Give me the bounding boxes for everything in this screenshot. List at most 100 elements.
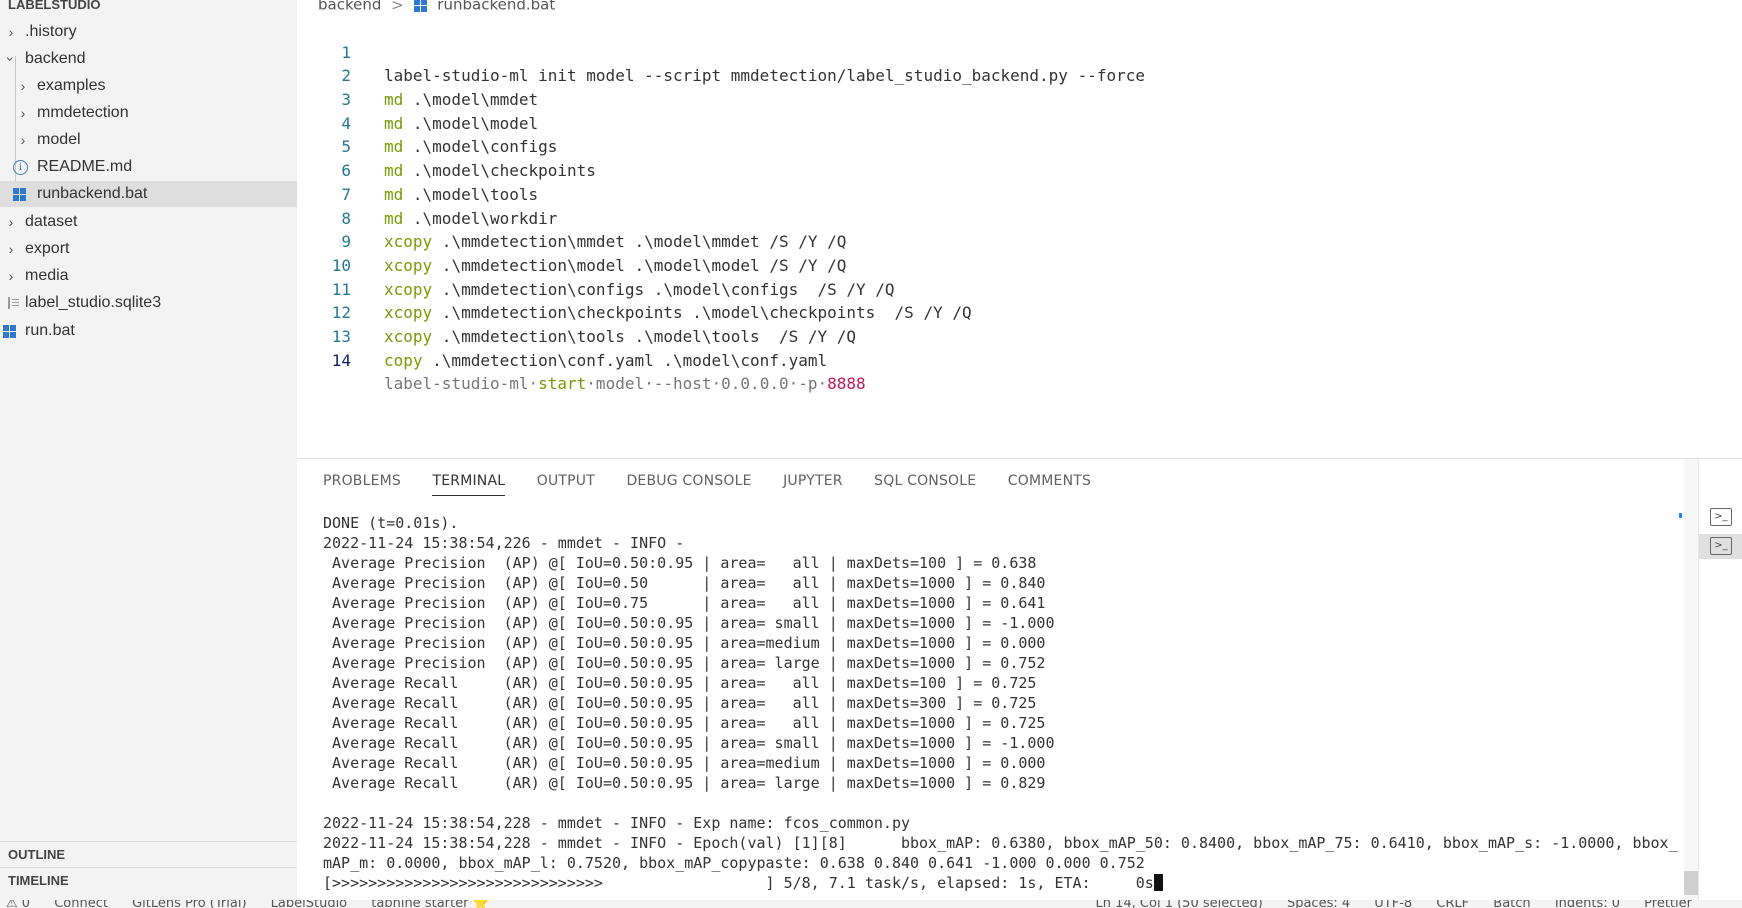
status-workspace[interactable]: LabelStudio <box>271 900 347 908</box>
terminal-line: 2022-11-24 15:38:54,228 - mmdet - INFO -… <box>323 834 1678 852</box>
status-language[interactable]: Batch <box>1493 900 1530 908</box>
code-line: 9 xcopy .\mmdetection\model .\model\mode… <box>297 207 846 275</box>
status-connect[interactable]: Connect <box>54 900 108 908</box>
code-keyword: md <box>384 161 404 181</box>
terminal-cursor <box>1153 874 1163 891</box>
code-line: 2 md .\model\mmdet <box>297 41 538 109</box>
terminal-line: Average Recall (AR) @[ IoU=0.50:0.95 | a… <box>323 674 1037 692</box>
tree-file-sqlite[interactable]: label_studio.sqlite3 <box>0 290 297 316</box>
terminal-line: Average Precision (AP) @[ IoU=0.50:0.95 … <box>323 614 1055 632</box>
code-line: 5 md .\model\checkpoints <box>297 112 596 180</box>
terminal-icon[interactable]: >_ <box>1710 508 1732 526</box>
chevron-down-icon: › <box>3 56 19 62</box>
status-eol[interactable]: CRLF <box>1436 900 1469 908</box>
code-text: .\mmdetection\checkpoints .\model\checkp… <box>432 303 972 323</box>
code-line: 12 xcopy .\mmdetection\tools .\model\too… <box>297 278 856 346</box>
code-line: 1 label-studio-ml init model --script mm… <box>297 17 1145 86</box>
status-spaces[interactable]: Spaces: 4 <box>1287 900 1350 908</box>
tab-terminal[interactable]: TERMINAL <box>432 473 506 496</box>
tab-comments[interactable]: COMMENTS <box>1008 473 1091 495</box>
tab-output[interactable]: OUTPUT <box>537 473 595 495</box>
timeline-section[interactable]: TIMELINE <box>0 867 297 893</box>
status-indents[interactable]: Indents: 0 <box>1555 900 1620 908</box>
chevron-right-icon: › <box>20 78 26 94</box>
tree-item-label: README.md <box>37 158 133 175</box>
tree-folder-examples[interactable]: › examples <box>0 73 297 99</box>
code-line: 7 md .\model\workdir <box>297 159 557 228</box>
explorer-header[interactable]: LABELSTUDIO <box>0 0 297 12</box>
terminal-line: mAP_m: 0.0000, bbox_mAP_l: 0.7520, bbox_… <box>323 854 1145 872</box>
tree-item-label: examples <box>37 77 106 94</box>
tree-folder-export[interactable]: › export <box>0 236 297 262</box>
chevron-right-icon: › <box>20 132 26 148</box>
code-text: .\model\checkpoints <box>403 161 596 181</box>
tree-item-label: dataset <box>25 213 78 230</box>
tree-file-run[interactable]: run.bat <box>0 318 297 344</box>
code-line: 4 md .\model\configs <box>297 88 557 157</box>
code-keyword: xcopy <box>384 255 433 275</box>
tree-folder-mmdetection[interactable]: › mmdetection <box>0 100 297 126</box>
terminal-icon[interactable]: >_ <box>1710 537 1732 555</box>
status-cursor-position[interactable]: Ln 14, Col 1 (50 selected) <box>1096 900 1263 908</box>
status-prettier[interactable]: Prettier <box>1644 900 1692 908</box>
code-keyword: xcopy <box>384 303 433 323</box>
code-text: .\model\configs <box>403 137 558 157</box>
code-text: .\mmdetection\model .\model\model /S /Y … <box>432 255 847 275</box>
outline-section[interactable]: OUTLINE <box>0 841 297 867</box>
chevron-right-icon: › <box>8 268 14 284</box>
tree-file-readme[interactable]: i README.md <box>0 154 297 180</box>
tab-jupyter[interactable]: JUPYTER <box>783 473 843 495</box>
terminal-line: Average Recall (AR) @[ IoU=0.50:0.95 | a… <box>323 694 1037 712</box>
tree-item-label: runbackend.bat <box>37 185 148 202</box>
code-text: label-studio-ml· <box>384 374 539 394</box>
tree-folder-model[interactable]: › model <box>0 127 297 153</box>
tree-folder-history[interactable]: › .history <box>0 19 297 45</box>
chevron-right-icon: › <box>20 105 26 121</box>
tab-sql-console[interactable]: SQL CONSOLE <box>874 473 976 495</box>
windows-icon <box>3 325 16 338</box>
code-text: .\mmdetection\configs .\model\configs /S… <box>432 279 895 299</box>
terminal-line: Average Precision (AP) @[ IoU=0.50 | are… <box>323 574 1046 592</box>
terminal-scrollbar[interactable] <box>1684 459 1698 901</box>
code-keyword: xcopy <box>384 279 433 299</box>
breadcrumb-separator: > <box>391 0 404 14</box>
chevron-right-icon: › <box>8 241 14 257</box>
tree-item-label: .history <box>25 23 77 40</box>
info-icon: i <box>13 160 28 175</box>
tree-item-label: mmdetection <box>37 104 129 121</box>
status-encoding[interactable]: UTF-8 <box>1374 900 1412 908</box>
status-problems[interactable]: ⚠ 0 <box>6 900 30 908</box>
tree-folder-dataset[interactable]: › dataset <box>0 209 297 235</box>
scrollbar-thumb[interactable] <box>1684 871 1698 895</box>
code-editor[interactable]: 1 label-studio-ml init model --script mm… <box>297 17 1145 394</box>
code-line: 10 xcopy .\mmdetection\configs .\model\c… <box>297 230 895 299</box>
code-keyword: md <box>384 90 404 110</box>
code-number: 8888 <box>827 374 866 394</box>
tab-debug-console[interactable]: DEBUG CONSOLE <box>626 473 751 495</box>
editor-area: backend > runbackend.bat 1 label-studio-… <box>297 0 1742 458</box>
tab-problems[interactable]: PROBLEMS <box>323 473 401 495</box>
status-gitlens[interactable]: GitLens Pro (Trial) <box>132 900 246 908</box>
tree-folder-backend[interactable]: › backend <box>0 46 297 72</box>
tree-file-runbackend[interactable]: runbackend.bat <box>0 181 297 207</box>
code-keyword: md <box>384 184 404 204</box>
terminal-line: Average Precision (AP) @[ IoU=0.50:0.95 … <box>323 654 1046 672</box>
file-lines-icon <box>8 297 20 309</box>
terminal-line: Average Recall (AR) @[ IoU=0.50:0.95 | a… <box>323 754 1046 772</box>
breadcrumb-folder[interactable]: backend <box>318 0 381 14</box>
tree-item-label: model <box>37 131 81 148</box>
code-text: .\model\model <box>403 113 539 133</box>
code-line-current: 14 label-studio-ml·start·model·--host·0.… <box>297 325 866 394</box>
windows-icon <box>413 0 427 12</box>
code-line: 13 copy .\mmdetection\conf.yaml .\model\… <box>297 301 827 370</box>
terminal-line: Average Recall (AR) @[ IoU=0.50:0.95 | a… <box>323 774 1046 792</box>
terminal-list: >_ >_ <box>1698 459 1742 901</box>
status-tabnine[interactable]: tabnine starter ⭐ <box>371 900 488 908</box>
tree-folder-media[interactable]: › media <box>0 263 297 289</box>
terminal-output[interactable]: DONE (t=0.01s). 2022-11-24 15:38:54,226 -… <box>323 513 1678 893</box>
panel-tabs: PROBLEMS TERMINAL OUTPUT DEBUG CONSOLE J… <box>323 473 1118 501</box>
tree-item-label: run.bat <box>25 322 75 339</box>
tree-item-label: backend <box>25 50 86 67</box>
breadcrumb-file[interactable]: runbackend.bat <box>437 0 555 14</box>
tree-item-label: export <box>25 240 70 257</box>
